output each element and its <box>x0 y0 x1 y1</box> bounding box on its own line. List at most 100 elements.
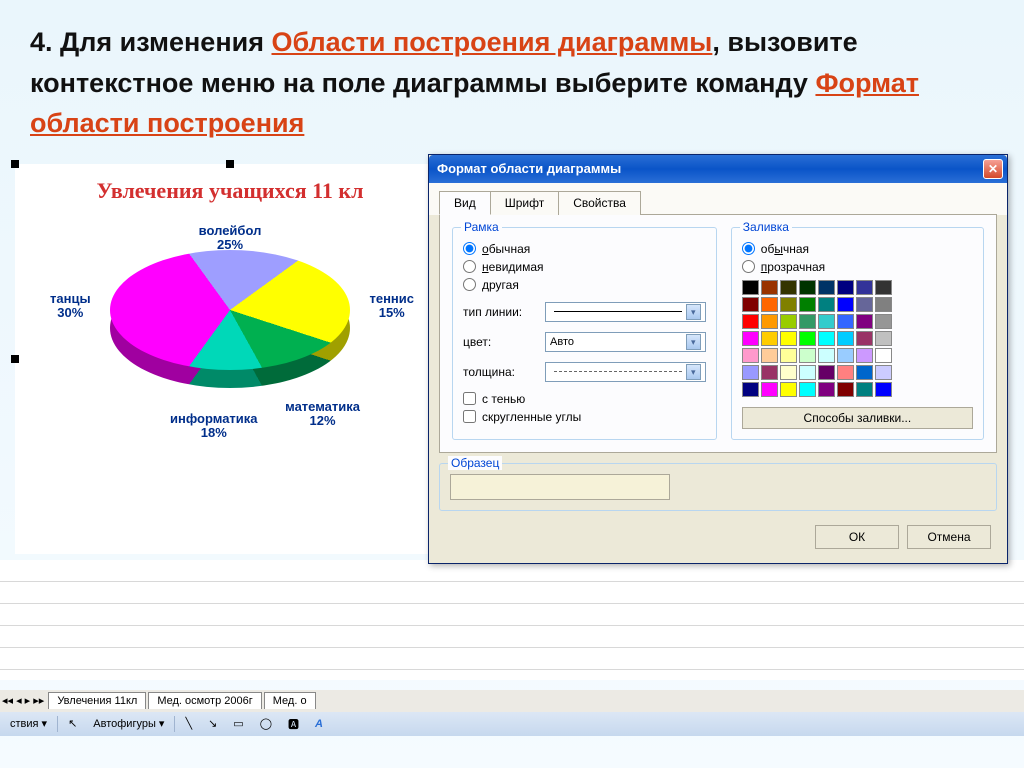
color-swatch[interactable] <box>742 348 759 363</box>
shadow-checkbox[interactable]: с тенью <box>463 392 706 406</box>
frame-legend: Рамка <box>461 220 502 234</box>
line-type-label: тип линии: <box>463 305 537 319</box>
color-swatch[interactable] <box>818 314 835 329</box>
color-swatch[interactable] <box>818 331 835 346</box>
color-swatch[interactable] <box>761 314 778 329</box>
sample-group: Образец <box>439 463 997 511</box>
color-combo[interactable]: Авто ▾ <box>545 332 706 352</box>
chevron-down-icon[interactable]: ▾ <box>686 304 701 320</box>
color-swatch[interactable] <box>742 365 759 380</box>
cancel-button[interactable]: Отмена <box>907 525 991 549</box>
close-icon[interactable]: ✕ <box>983 159 1003 179</box>
fill-effects-button[interactable]: Способы заливки... <box>742 407 973 429</box>
color-swatch[interactable] <box>761 280 778 295</box>
color-swatch[interactable] <box>780 331 797 346</box>
color-swatch[interactable] <box>799 297 816 312</box>
arrow-icon[interactable]: ↘ <box>202 715 223 733</box>
color-swatch[interactable] <box>856 365 873 380</box>
color-swatch[interactable] <box>818 348 835 363</box>
textbox-icon[interactable]: 🅰 <box>282 715 305 733</box>
color-swatch[interactable] <box>856 280 873 295</box>
color-swatch[interactable] <box>742 331 759 346</box>
spreadsheet-grid[interactable] <box>0 560 1024 680</box>
dialog-title: Формат области диаграммы <box>437 161 983 176</box>
color-swatch[interactable] <box>875 348 892 363</box>
sheet-tab-2[interactable]: Мед. осмотр 2006г <box>148 692 261 709</box>
color-swatch[interactable] <box>875 297 892 312</box>
pie-chart[interactable]: волейбол 25% теннис 15% математика 12% и… <box>110 250 350 390</box>
color-swatch[interactable] <box>799 314 816 329</box>
color-swatch[interactable] <box>837 331 854 346</box>
color-swatch[interactable] <box>742 314 759 329</box>
thickness-combo[interactable]: ▾ <box>545 362 706 382</box>
color-swatch[interactable] <box>856 314 873 329</box>
color-swatch[interactable] <box>856 382 873 397</box>
tab-view[interactable]: Вид <box>439 191 491 215</box>
rect-icon[interactable]: ▭ <box>227 715 249 733</box>
color-swatch[interactable] <box>761 365 778 380</box>
color-swatch[interactable] <box>742 297 759 312</box>
radio-invisible-frame[interactable]: невидимая <box>463 260 706 274</box>
chart-area[interactable]: Увлечения учащихся 11 кл волейбол 25% те… <box>15 164 445 554</box>
chart-title: Увлечения учащихся 11 кл <box>15 164 445 222</box>
color-swatch[interactable] <box>761 331 778 346</box>
color-swatch[interactable] <box>837 280 854 295</box>
color-swatch[interactable] <box>856 331 873 346</box>
radio-other-frame[interactable]: другая <box>463 278 706 292</box>
highlight-1: Области построения диаграммы <box>271 27 712 57</box>
color-swatch[interactable] <box>780 348 797 363</box>
autoshapes-menu[interactable]: Автофигуры ▾ <box>87 715 170 733</box>
color-swatch[interactable] <box>799 365 816 380</box>
color-swatch[interactable] <box>856 297 873 312</box>
sample-preview <box>450 474 670 500</box>
color-swatch[interactable] <box>818 365 835 380</box>
line-icon[interactable]: ╲ <box>179 715 198 733</box>
color-swatch[interactable] <box>875 314 892 329</box>
color-swatch[interactable] <box>761 297 778 312</box>
color-swatch[interactable] <box>742 382 759 397</box>
dialog-titlebar[interactable]: Формат области диаграммы ✕ <box>429 155 1007 183</box>
tab-font[interactable]: Шрифт <box>490 191 559 215</box>
color-swatch[interactable] <box>780 365 797 380</box>
color-swatch[interactable] <box>818 280 835 295</box>
line-type-combo[interactable]: ▾ <box>545 302 706 322</box>
wordart-icon[interactable]: A <box>309 715 329 733</box>
color-swatch[interactable] <box>837 365 854 380</box>
radio-transparent-fill[interactable]: прозрачная <box>742 260 973 274</box>
sheet-nav-icon[interactable]: ◂◂ ◂ ▸ ▸▸ <box>0 694 46 707</box>
rounded-checkbox[interactable]: скругленные углы <box>463 410 706 424</box>
color-swatch[interactable] <box>818 297 835 312</box>
ok-button[interactable]: ОК <box>815 525 899 549</box>
color-swatch[interactable] <box>799 280 816 295</box>
actions-menu[interactable]: ствия ▾ <box>4 715 53 733</box>
color-swatch[interactable] <box>742 280 759 295</box>
color-swatch[interactable] <box>875 365 892 380</box>
oval-icon[interactable]: ◯ <box>254 715 278 733</box>
color-swatch[interactable] <box>799 382 816 397</box>
color-swatch[interactable] <box>837 297 854 312</box>
color-swatch[interactable] <box>761 348 778 363</box>
radio-normal-frame[interactable]: ообычнаябычная <box>463 242 706 256</box>
radio-normal-fill[interactable]: обычная <box>742 242 973 256</box>
color-swatch[interactable] <box>780 280 797 295</box>
color-swatch[interactable] <box>761 382 778 397</box>
tab-properties[interactable]: Свойства <box>558 191 641 215</box>
color-swatch[interactable] <box>780 382 797 397</box>
color-swatch[interactable] <box>818 382 835 397</box>
color-swatch[interactable] <box>837 314 854 329</box>
color-swatch[interactable] <box>875 382 892 397</box>
color-swatch[interactable] <box>837 348 854 363</box>
select-icon[interactable]: ↖ <box>62 715 83 733</box>
chevron-down-icon[interactable]: ▾ <box>686 334 701 350</box>
color-swatch[interactable] <box>780 314 797 329</box>
sheet-tab-1[interactable]: Увлечения 11кл <box>48 692 146 709</box>
color-swatch[interactable] <box>799 348 816 363</box>
chevron-down-icon[interactable]: ▾ <box>686 364 701 380</box>
sheet-tab-3[interactable]: Мед. о <box>264 692 316 709</box>
color-swatch[interactable] <box>856 348 873 363</box>
color-swatch[interactable] <box>780 297 797 312</box>
color-swatch[interactable] <box>837 382 854 397</box>
color-swatch[interactable] <box>875 280 892 295</box>
color-swatch[interactable] <box>875 331 892 346</box>
color-swatch[interactable] <box>799 331 816 346</box>
